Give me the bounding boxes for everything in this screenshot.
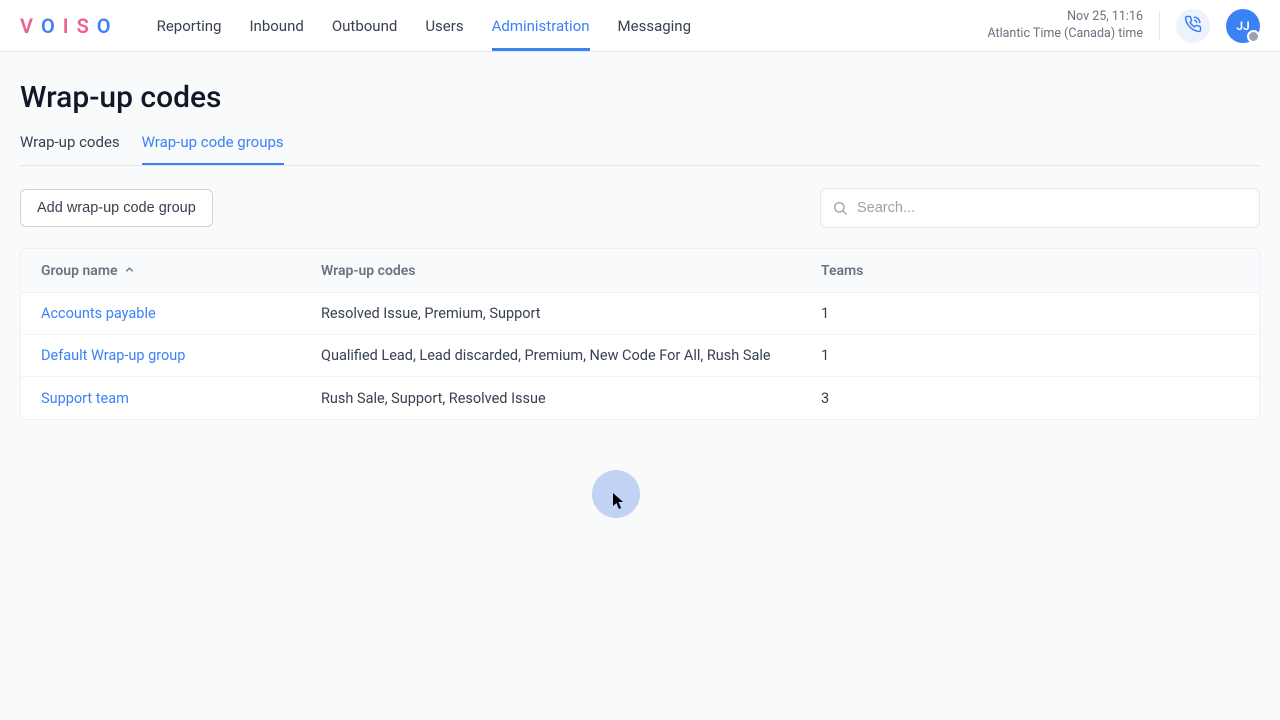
group-teams: 1 [821, 347, 1239, 364]
tab-wrapup-codes[interactable]: Wrap-up codes [20, 133, 120, 165]
col-wrapup-codes-label: Wrap-up codes [321, 263, 415, 279]
phone-icon [1184, 15, 1202, 37]
groups-table: Group name Wrap-up codes Teams Accounts … [20, 248, 1260, 420]
col-wrapup-codes[interactable]: Wrap-up codes [321, 263, 821, 279]
topbar: VOISO Reporting Inbound Outbound Users A… [0, 0, 1280, 52]
topbar-right: Nov 25, 11:16 Atlantic Time (Canada) tim… [987, 9, 1260, 43]
group-teams: 3 [821, 390, 1239, 407]
tabs: Wrap-up codes Wrap-up code groups [20, 133, 1260, 166]
col-teams-label: Teams [821, 263, 863, 279]
date-text: Nov 25, 11:16 [987, 9, 1143, 25]
table-row[interactable]: Accounts payable Resolved Issue, Premium… [21, 293, 1259, 335]
nav-outbound[interactable]: Outbound [332, 0, 398, 51]
table-row[interactable]: Support team Rush Sale, Support, Resolve… [21, 377, 1259, 419]
cursor-icon [612, 492, 626, 510]
main-nav: Reporting Inbound Outbound Users Adminis… [157, 0, 691, 51]
sort-asc-icon [124, 263, 135, 279]
nav-inbound[interactable]: Inbound [249, 0, 303, 51]
actions-row: Add wrap-up code group [20, 188, 1260, 228]
col-group-name-label: Group name [41, 263, 118, 279]
nav-reporting[interactable]: Reporting [157, 0, 222, 51]
group-name-link[interactable]: Default Wrap-up group [41, 347, 321, 364]
table-row[interactable]: Default Wrap-up group Qualified Lead, Le… [21, 335, 1259, 377]
group-codes: Rush Sale, Support, Resolved Issue [321, 390, 821, 407]
group-teams: 1 [821, 305, 1239, 322]
page-title: Wrap-up codes [20, 80, 1260, 115]
group-codes: Resolved Issue, Premium, Support [321, 305, 821, 322]
cursor-highlight [592, 470, 640, 518]
page: Wrap-up codes Wrap-up codes Wrap-up code… [0, 52, 1280, 420]
nav-users[interactable]: Users [425, 0, 463, 51]
avatar[interactable]: JJ [1226, 9, 1260, 43]
table-header: Group name Wrap-up codes Teams [21, 249, 1259, 293]
datetime: Nov 25, 11:16 Atlantic Time (Canada) tim… [987, 9, 1143, 42]
group-name-link[interactable]: Support team [41, 390, 321, 407]
col-teams[interactable]: Teams [821, 263, 1239, 279]
logo[interactable]: VOISO [20, 14, 117, 38]
tz-text: Atlantic Time (Canada) time [987, 26, 1143, 42]
search-input[interactable] [820, 188, 1260, 228]
nav-messaging[interactable]: Messaging [618, 0, 691, 51]
phone-button[interactable] [1176, 9, 1210, 43]
divider [1159, 11, 1160, 41]
nav-administration[interactable]: Administration [492, 0, 590, 51]
tab-wrapup-code-groups[interactable]: Wrap-up code groups [142, 133, 284, 165]
group-name-link[interactable]: Accounts payable [41, 305, 321, 322]
group-codes: Qualified Lead, Lead discarded, Premium,… [321, 347, 821, 364]
search-wrap [820, 188, 1260, 228]
col-group-name[interactable]: Group name [41, 263, 321, 279]
add-group-button[interactable]: Add wrap-up code group [20, 189, 213, 227]
